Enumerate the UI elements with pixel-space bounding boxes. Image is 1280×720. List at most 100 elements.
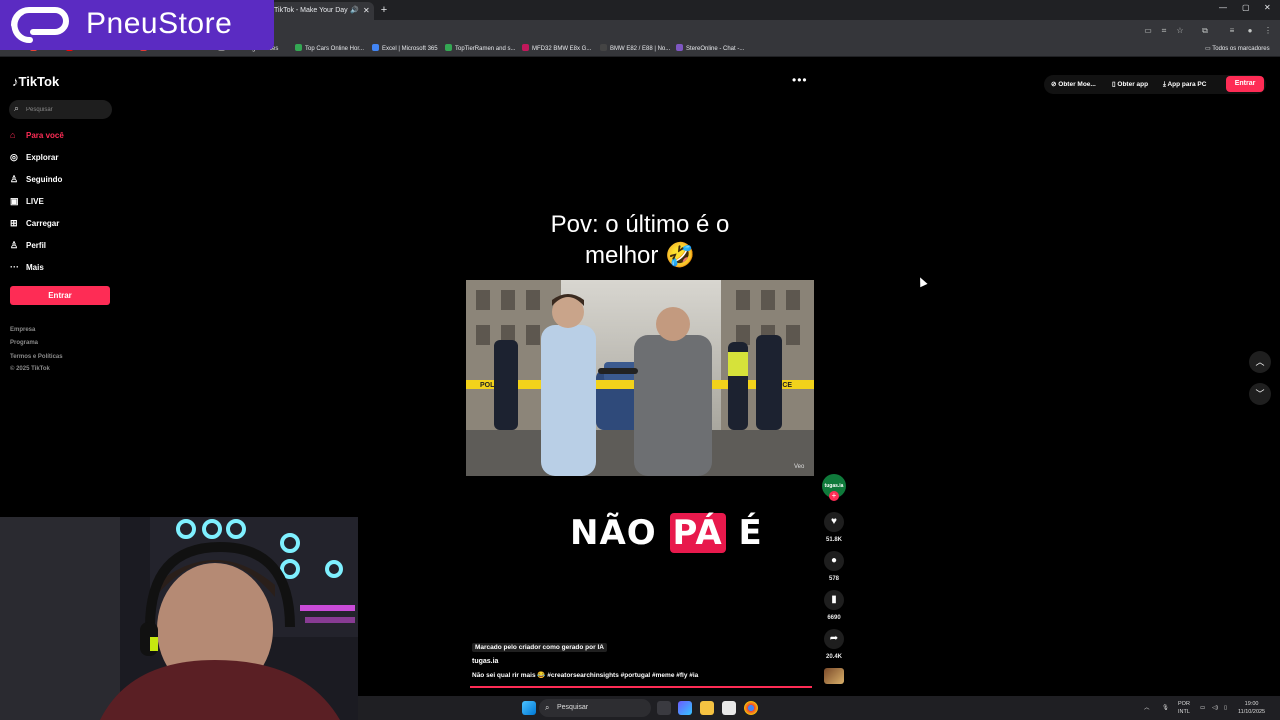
new-tab-button[interactable]: + [377,3,391,17]
translate-icon[interactable]: ⌗ [1158,25,1170,37]
maximize-icon[interactable]: ▢ [1242,3,1250,12]
language-top: POR [1178,701,1190,707]
cast-icon[interactable]: ▭ [1142,25,1154,37]
heart-icon: ♥ [831,516,837,527]
more-options-icon[interactable]: ••• [792,73,808,87]
live-icon: ▣ [10,196,19,206]
all-bookmarks-label: Todos os marcadores [1212,46,1270,52]
extensions-icon[interactable]: ⧉ [1199,25,1211,37]
search-input[interactable] [26,103,106,116]
search-icon: ⌕ [545,703,550,712]
brand-overlay: PneuStore [0,0,274,50]
follow-plus-icon[interactable]: + [829,491,839,501]
taskbar-search[interactable]: ⌕ Pesquisar [539,699,651,717]
bookmark-6[interactable]: TopTierRamen and s... [445,44,515,55]
comment-button[interactable]: ● [824,551,844,571]
sidebar-item-explorar[interactable]: ◎ Explorar [10,149,58,165]
video-description: Não sei qual rir mais 😂 #creatorsearchin… [472,672,699,679]
pc-app-button[interactable]: ⤓ App para PC [1163,75,1206,94]
bookmark-4[interactable]: Top Cars Online Hor... [295,44,364,55]
video-progress-bar[interactable] [470,686,812,688]
save-button[interactable]: ▮ [824,590,844,610]
webcam-overlay [0,517,358,720]
compass-icon: ◎ [10,152,18,162]
battery-icon[interactable]: ▯ [1224,704,1227,712]
bookmark-9[interactable]: StereOnline - Chat -... [676,44,744,55]
share-count: 20.4K [825,654,842,660]
bookmark-label: StereOnline - Chat -... [686,46,745,52]
file-explorer-icon[interactable] [700,701,714,715]
sidebar-item-label: Mais [26,263,44,272]
task-view-icon[interactable] [657,701,671,715]
close-window-icon[interactable]: ✕ [1264,3,1271,12]
share-icon: ➦ [829,633,839,644]
ai-generated-label: Marcado pelo criador como gerado por IA [472,643,607,652]
tab-tiktok[interactable]: TikTok - Make Your Day 🔊 ✕ [270,2,374,20]
profile-icon[interactable]: ● [1244,25,1256,37]
bookmark-5[interactable]: Excel | Microsoft 365 [372,44,438,55]
sidebar-item-label: Seguindo [26,175,63,184]
store-icon[interactable] [722,701,736,715]
microphone-icon[interactable]: 🎙 [1162,704,1169,712]
login-button-top[interactable]: Entrar [1226,76,1264,92]
pneustore-logo-icon [11,7,69,43]
sidebar-item-para-voce[interactable]: ⌂ Para você [10,127,64,143]
previous-video-button[interactable]: ︿ [1249,351,1271,373]
language-bottom: INTL [1178,709,1190,715]
taskbar-search-label: Pesquisar [557,704,589,711]
windows-start-icon[interactable] [522,701,536,715]
sidebar-item-live[interactable]: ▣ LIVE [10,193,44,209]
minimize-icon[interactable]: — [1219,3,1227,12]
bookmark-favicon [295,44,302,51]
video-title-overlay: Pov: o último é o melhor 🤣 [550,211,730,269]
close-tab-icon[interactable]: ✕ [363,2,370,20]
sidebar-item-carregar[interactable]: ⊞ Carregar [10,215,59,231]
clock[interactable]: 19:00 11/10/2025 [1238,700,1265,716]
chevron-up-icon[interactable]: ︿ [1144,704,1150,712]
star-icon[interactable]: ☆ [1174,25,1186,37]
footer-link-termos[interactable]: Termos e Políticas [10,354,63,360]
get-coins-button[interactable]: ⊘ Obter Moe... [1051,75,1096,94]
sidebar-item-perfil[interactable]: ♙ Perfil [10,237,46,253]
brand-name: PneuStore [86,7,233,40]
copilot-icon[interactable] [678,701,692,715]
like-button[interactable]: ♥ [824,512,844,532]
tiktok-logo[interactable]: ♪TikTok [12,74,59,89]
bookmark-label: MFD32 BMW E8x G... [532,46,592,52]
menu-dots-icon[interactable]: ⋮ [1262,25,1274,37]
sidebar-item-label: LIVE [26,197,44,206]
footer-copyright: © 2025 TikTok [10,366,50,372]
get-app-button[interactable]: ▯ Obter app [1112,75,1148,94]
all-bookmarks[interactable]: ▭ Todos os marcadores [1205,44,1270,55]
share-button[interactable]: ➦ [824,629,844,649]
video-watermark: Veo [794,464,805,470]
network-icon[interactable]: ▭ [1200,704,1205,712]
save-count: 6690 [827,615,841,621]
bookmark-8[interactable]: BMW E82 / E88 | No... [600,44,670,55]
footer-link-empresa[interactable]: Empresa [10,327,35,333]
mouse-cursor-icon [916,275,928,288]
bookmark-icon: ▮ [831,594,837,605]
login-button[interactable]: Entrar [10,286,110,305]
caption-part: É [725,513,763,553]
footer-link-programa[interactable]: Programa [10,340,38,346]
video-still: POLICE POLICE Veo [466,280,814,476]
video-author[interactable]: tugas.ia [472,658,498,665]
webcam-feed [0,517,358,720]
get-app-label: Obter app [1117,81,1149,88]
search-box[interactable]: ⌕ [9,100,112,119]
speaker-icon[interactable]: 🔊 [350,2,359,20]
sidebar-icon[interactable]: ≡ [1226,25,1238,37]
sidebar-item-mais[interactable]: ··· Mais [10,259,44,275]
sidebar-item-seguindo[interactable]: ♙ Seguindo [10,171,62,187]
next-video-button[interactable]: ﹀ [1249,383,1271,405]
chrome-icon[interactable] [744,701,758,715]
volume-icon[interactable]: ◁) [1212,704,1218,712]
language-indicator[interactable]: POR INTL [1178,700,1190,716]
user-follow-icon: ♙ [10,174,19,184]
sidebar-item-label: Para você [26,131,64,140]
video-player[interactable]: POLICE POLICE Veo [466,280,814,476]
search-icon: ⌕ [14,103,20,113]
music-disc-icon[interactable] [824,668,844,684]
bookmark-7[interactable]: MFD32 BMW E8x G... [522,44,591,55]
